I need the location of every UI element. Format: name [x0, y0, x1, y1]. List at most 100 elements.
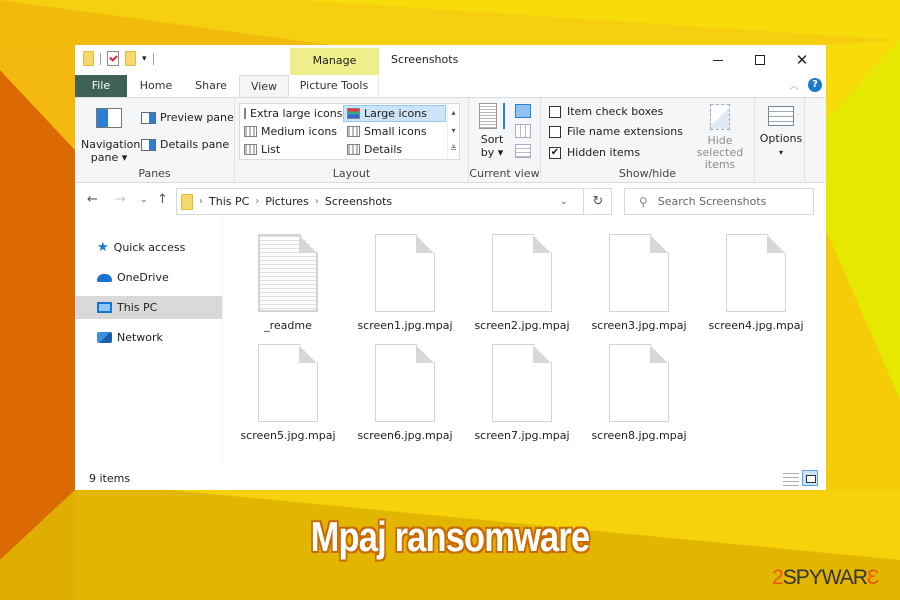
customize-toolbar-dropdown-icon[interactable]: ▾	[142, 54, 147, 64]
file-name: screen7.jpg.mpaj	[474, 429, 570, 442]
sidebar-item-onedrive[interactable]: OneDrive	[75, 266, 222, 289]
breadcrumb-screenshots[interactable]: Screenshots	[325, 195, 392, 208]
status-bar: 9 items	[75, 467, 826, 490]
file-item[interactable]: screen7.jpg.mpaj	[463, 344, 581, 442]
preview-pane-button[interactable]: Preview pane	[141, 111, 234, 124]
watermark-part: SPYWAR	[782, 566, 868, 589]
layout-medium-icons[interactable]: Medium icons	[241, 123, 341, 140]
new-folder-icon[interactable]	[125, 51, 136, 66]
checkbox-checked-icon: ✔	[549, 146, 561, 159]
details-view-icon[interactable]	[783, 470, 799, 486]
title-bar: ▾ Manage Screenshots ✕	[75, 45, 826, 75]
breadcrumb-separator: ›	[255, 196, 260, 207]
help-icon[interactable]: ?	[808, 78, 822, 92]
scroll-up-icon[interactable]: ▴	[448, 104, 459, 122]
file-item-readme[interactable]: _readme	[229, 234, 347, 332]
file-item[interactable]: screen5.jpg.mpaj	[229, 344, 347, 442]
caption-title: Mpaj ransomware	[310, 513, 590, 560]
file-item[interactable]: screen4.jpg.mpaj	[697, 234, 815, 332]
navigation-pane-label-2: pane ▾	[90, 151, 128, 164]
add-columns-icon[interactable]	[515, 124, 531, 138]
preview-pane-icon	[141, 111, 156, 124]
tab-file[interactable]: File	[75, 75, 127, 97]
breadcrumb-separator: ›	[314, 196, 319, 207]
expand-gallery-icon[interactable]: ≚	[448, 140, 459, 158]
options-group: Options ▾	[755, 98, 805, 183]
group-by-icon[interactable]	[515, 104, 531, 118]
layout-group-label: Layout	[332, 167, 371, 180]
file-item[interactable]: screen2.jpg.mpaj	[463, 234, 581, 332]
file-name: screen3.jpg.mpaj	[591, 319, 687, 332]
navigation-pane-label: Navigation	[81, 138, 141, 151]
search-icon: ⚲	[639, 194, 648, 209]
back-arrow-icon[interactable]: ←	[87, 192, 98, 207]
watermark-part: Ɛ	[866, 566, 880, 589]
options-button[interactable]: Options ▾	[759, 106, 803, 160]
search-input[interactable]: ⚲ Search Screenshots	[624, 188, 814, 215]
show-hide-group-label: Show/hide	[618, 167, 677, 180]
sort-by-button[interactable]: Sort by ▾	[477, 103, 507, 159]
item-check-boxes-checkbox[interactable]: Item check boxes	[549, 105, 663, 118]
details-pane-button[interactable]: Details pane	[141, 138, 229, 151]
file-explorer-window: ▾ Manage Screenshots ✕ File Home Share V…	[75, 45, 826, 490]
layout-small-icons[interactable]: Small icons	[344, 123, 446, 140]
sidebar-item-this-pc[interactable]: This PC	[75, 296, 222, 319]
extra-large-icons-icon	[244, 108, 246, 119]
up-arrow-icon[interactable]: ↑	[157, 192, 168, 207]
checkbox-label: File name extensions	[567, 125, 683, 138]
navigation-pane-button[interactable]: Navigation pane ▾	[81, 104, 141, 164]
address-bar[interactable]: › This PC › Pictures › Screenshots	[176, 188, 584, 215]
sidebar-item-label: Quick access	[113, 241, 186, 254]
hidden-items-checkbox[interactable]: ✔ Hidden items	[549, 146, 640, 159]
sidebar-item-network[interactable]: Network	[75, 326, 222, 349]
sidebar-item-quick-access[interactable]: ★ Quick access	[75, 236, 222, 259]
tab-view[interactable]: View	[239, 75, 289, 98]
watermark-logo: 2SPYWARƐ	[772, 566, 880, 590]
large-icons-view-icon[interactable]	[802, 470, 818, 486]
file-item[interactable]: screen6.jpg.mpaj	[346, 344, 464, 442]
minimize-button[interactable]	[697, 45, 739, 75]
recent-locations-chevron-icon[interactable]: ⌄	[140, 195, 148, 205]
file-name-extensions-checkbox[interactable]: File name extensions	[549, 125, 683, 138]
file-item[interactable]: screen8.jpg.mpaj	[580, 344, 698, 442]
refresh-button[interactable]: ↻	[585, 188, 612, 215]
blank-file-icon	[726, 234, 786, 312]
folder-icon[interactable]	[83, 51, 94, 66]
size-columns-to-fit-icon[interactable]	[515, 144, 531, 158]
file-item[interactable]: screen3.jpg.mpaj	[580, 234, 698, 332]
close-button[interactable]: ✕	[781, 45, 823, 75]
maximize-button[interactable]	[739, 45, 781, 75]
file-name: screen4.jpg.mpaj	[708, 319, 804, 332]
layout-extra-large-icons[interactable]: Extra large icons	[241, 105, 343, 122]
file-name: screen8.jpg.mpaj	[591, 429, 687, 442]
file-name: screen1.jpg.mpaj	[357, 319, 453, 332]
layout-item-label: List	[261, 143, 281, 156]
file-item[interactable]: screen1.jpg.mpaj	[346, 234, 464, 332]
checkbox-unchecked-icon	[549, 105, 561, 118]
computer-icon	[97, 302, 112, 313]
hide-selected-items-button[interactable]: Hide selected items	[685, 104, 755, 171]
layout-item-label: Small icons	[364, 125, 427, 138]
address-dropdown-chevron-icon[interactable]: ⌄	[560, 197, 568, 207]
layout-item-label: Extra large icons	[250, 107, 343, 120]
list-icon	[244, 144, 257, 155]
collapse-ribbon-icon[interactable]: ︿	[789, 77, 799, 92]
breadcrumb-pictures[interactable]: Pictures	[265, 195, 309, 208]
layout-large-icons[interactable]: Large icons	[343, 105, 446, 122]
breadcrumb-this-pc[interactable]: This PC	[209, 195, 249, 208]
tab-home[interactable]: Home	[130, 75, 182, 97]
forward-arrow-icon[interactable]: →	[115, 192, 126, 207]
manage-context-tab[interactable]: Manage	[290, 48, 379, 75]
scroll-down-icon[interactable]: ▾	[448, 122, 459, 140]
layout-gallery-scrollbar[interactable]: ▴ ▾ ≚	[447, 104, 459, 159]
layout-list[interactable]: List	[241, 141, 341, 158]
toolbar-separator	[152, 52, 154, 65]
blank-file-icon	[258, 344, 318, 422]
tab-share[interactable]: Share	[183, 75, 239, 97]
current-view-group-label: Current view	[469, 167, 540, 180]
medium-icons-icon	[244, 126, 257, 137]
properties-icon[interactable]	[107, 51, 119, 66]
close-icon: ✕	[795, 50, 809, 69]
tab-picture-tools[interactable]: Picture Tools	[290, 75, 379, 97]
layout-details[interactable]: Details	[344, 141, 446, 158]
